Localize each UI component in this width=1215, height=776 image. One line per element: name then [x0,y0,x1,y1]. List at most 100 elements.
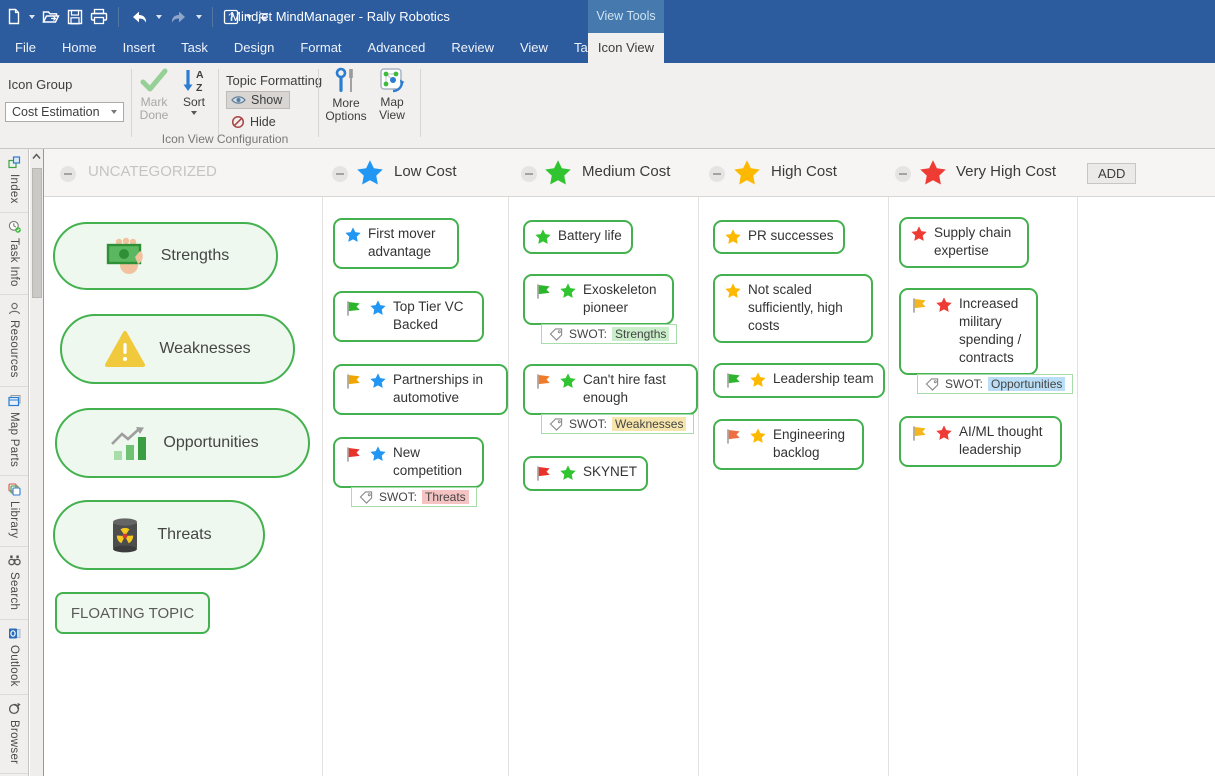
index-icon [8,156,21,169]
topic-card[interactable]: Exoskeleton pioneer [523,274,674,325]
print-icon[interactable] [90,8,108,25]
chevron-down-icon [191,111,197,115]
icon-group-select[interactable]: Cost Estimation [5,102,124,122]
tag-icon [549,418,564,431]
very-high-cost-star-icon [910,225,928,243]
collapse-very-high-cost-button[interactable] [895,166,911,182]
contextual-tab-view-tools[interactable]: View Tools [588,0,664,33]
menu-design[interactable]: Design [221,33,287,63]
show-button[interactable]: Show [226,91,290,109]
topic-label: FLOATING TOPIC [71,605,194,622]
topic-card-label: AI/ML thought leadership [959,423,1051,459]
new-document-dropdown-caret[interactable] [29,15,35,19]
topic-card[interactable]: New competition [333,437,484,488]
swot-tag[interactable]: SWOT: Weaknesses [541,414,694,434]
open-icon[interactable] [42,9,60,25]
sidebar-item-resources[interactable]: Resources [0,295,28,387]
sort-az-icon: AZ [181,67,207,94]
browser-icon [8,702,21,715]
topic-card[interactable]: PR successes [713,220,845,254]
menu-advanced[interactable]: Advanced [355,33,439,63]
ribbon-group-caption: Icon View Configuration [120,132,330,146]
menu-insert[interactable]: Insert [110,33,169,63]
green-flag-icon [344,299,363,318]
topic-card-label: Partnerships in automotive [393,371,497,407]
yellow-flag-icon [910,424,929,443]
green-flag-icon [724,371,743,390]
topic-card[interactable]: Not scaled sufficiently, high costs [713,274,873,343]
column-header-medium-cost: Medium Cost [582,163,670,180]
column-header-uncategorized: UNCATEGORIZED [88,163,217,180]
titlebar: ? Mindjet MindManager - Rally Robotics V… [0,0,1215,33]
undo-icon[interactable] [129,8,149,26]
topic-opportunities[interactable]: Opportunities [55,408,310,478]
topic-card[interactable]: SKYNET [523,456,648,491]
menu-view[interactable]: View [507,33,561,63]
new-document-icon[interactable] [6,8,22,25]
menu-review[interactable]: Review [438,33,507,63]
topic-label: Strengths [161,247,229,265]
tag-value: Opportunities [988,377,1065,391]
topic-card[interactable]: First mover advantage [333,218,459,269]
high-cost-star-icon [724,228,742,246]
warning-triangle-icon [104,330,146,368]
topic-card[interactable]: Partnerships in automotive [333,364,508,415]
add-column-button[interactable]: ADD [1087,163,1136,184]
topic-card[interactable]: Can't hire fast enough [523,364,698,415]
swot-tag[interactable]: SWOT: Opportunities [917,374,1073,394]
sidebar-item-outlook[interactable]: Outlook [0,620,28,696]
eye-icon [231,94,246,106]
topic-card-label: PR successes [748,227,834,245]
collapse-high-cost-button[interactable] [709,166,725,182]
collapse-uncategorized-button[interactable] [60,166,76,182]
collapse-low-cost-button[interactable] [332,166,348,182]
sidebar-item-browser[interactable]: Browser [0,695,28,773]
menu-format[interactable]: Format [287,33,354,63]
topic-card[interactable]: Supply chain expertise [899,217,1029,268]
topic-card-label: Increased military spending / contracts [959,295,1027,367]
sidebar-item-search[interactable]: Search [0,547,28,619]
medium-cost-star-icon [534,228,552,246]
collapse-medium-cost-button[interactable] [521,166,537,182]
very-high-cost-star-icon [935,296,953,314]
topic-card-label: SKYNET [583,463,637,481]
tag-label: SWOT: [569,327,607,341]
map-view-button[interactable]: Map View [372,67,412,122]
column-low-cost: First mover advantage Top Tier VC Backed… [322,197,508,776]
tag-icon [925,378,940,391]
sort-button[interactable]: AZ Sort [176,67,212,115]
swot-tag[interactable]: SWOT: Threats [351,487,477,507]
menu-task[interactable]: Task [168,33,221,63]
topic-card[interactable]: Engineering backlog [713,419,864,470]
menu-home[interactable]: Home [49,33,110,63]
column-uncategorized: Strengths Weaknesses Opportunities [44,197,322,776]
vertical-scrollbar[interactable] [30,149,43,776]
sidebar-item-index[interactable]: Index [0,149,28,213]
topic-card-label: Battery life [558,227,622,245]
topic-threats[interactable]: Threats [53,500,265,570]
red-flag-icon [344,445,363,464]
more-options-button[interactable]: More Options [322,67,370,123]
topic-card[interactable]: Leadership team [713,363,885,398]
sidebar-item-map-parts[interactable]: Map Parts [0,387,28,476]
yellow-flag-icon [910,296,929,315]
tab-icon-view[interactable]: Icon View [588,33,664,63]
topic-floating[interactable]: FLOATING TOPIC [55,592,210,634]
scrollbar-thumb[interactable] [32,168,42,298]
hide-button[interactable]: Hide [226,113,284,131]
topic-card[interactable]: Battery life [523,220,633,254]
save-icon[interactable] [67,9,83,25]
topic-label: Threats [157,526,211,544]
menu-file[interactable]: File [2,33,49,63]
topic-card[interactable]: AI/ML thought leadership [899,416,1062,467]
topic-card[interactable]: Top Tier VC Backed [333,291,484,342]
topic-weaknesses[interactable]: Weaknesses [60,314,295,384]
swot-tag[interactable]: SWOT: Strengths [541,324,677,344]
topic-card-label: Leadership team [773,370,874,388]
topic-strengths[interactable]: Strengths [53,222,278,290]
sidebar-item-task-info[interactable]: Task Info [0,213,28,296]
scroll-up-icon[interactable] [32,153,41,160]
mark-done-button[interactable]: Mark Done [133,67,175,122]
topic-card[interactable]: Increased military spending / contracts [899,288,1038,375]
sidebar-item-library[interactable]: Library [0,476,28,547]
